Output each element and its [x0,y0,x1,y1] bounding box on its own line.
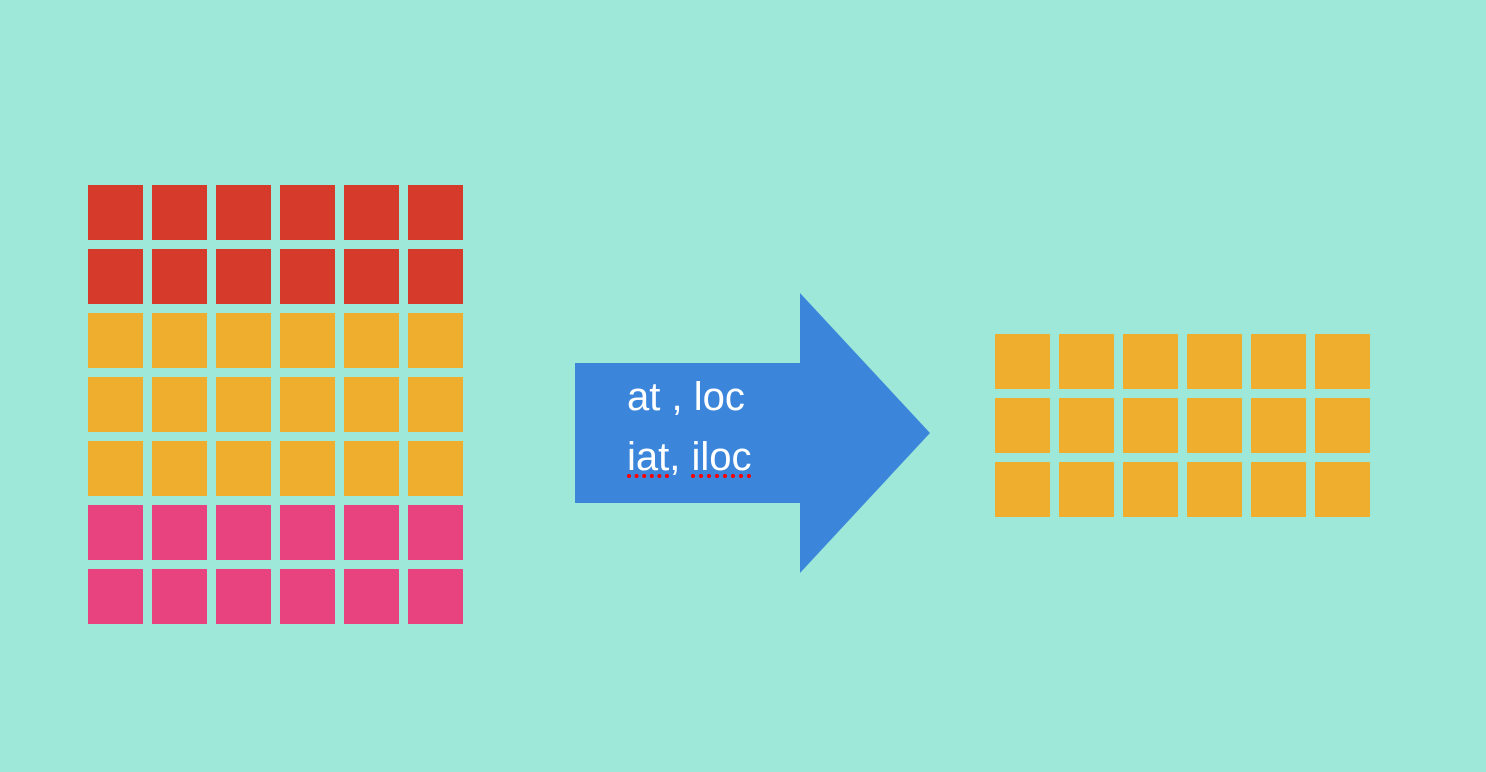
grid-cell [344,569,399,624]
grid-cell [1123,398,1178,453]
label-sep2: , [669,435,691,479]
grid-cell [1251,398,1306,453]
arrow-label: at , loc iat, iloc [627,367,752,487]
grid-cell [344,441,399,496]
grid-cell [408,505,463,560]
grid-cell [344,313,399,368]
grid-cell [280,441,335,496]
arrow-label-line1: at , loc [627,367,752,427]
grid-cell [1059,462,1114,517]
grid-cell [408,441,463,496]
grid-cell [995,398,1050,453]
grid-cell [995,462,1050,517]
grid-cell [88,377,143,432]
grid-cell [216,441,271,496]
grid-cell [88,313,143,368]
label-iloc: iloc [691,435,751,479]
label-loc: loc [694,375,745,419]
grid-cell [280,313,335,368]
grid-cell [152,185,207,240]
grid-cell [408,185,463,240]
grid-cell [216,313,271,368]
result-dataframe-grid [995,334,1370,517]
grid-cell [408,377,463,432]
grid-cell [1059,334,1114,389]
grid-cell [280,377,335,432]
grid-cell [216,569,271,624]
grid-cell [408,569,463,624]
grid-cell [1187,462,1242,517]
grid-cell [88,185,143,240]
grid-cell [216,249,271,304]
grid-cell [216,185,271,240]
grid-cell [344,185,399,240]
grid-cell [216,505,271,560]
grid-cell [280,249,335,304]
grid-cell [1315,334,1370,389]
grid-cell [152,313,207,368]
grid-cell [152,441,207,496]
grid-cell [152,569,207,624]
label-iat: iat [627,435,669,479]
grid-cell [1123,334,1178,389]
grid-cell [88,569,143,624]
grid-cell [1251,462,1306,517]
grid-cell [280,185,335,240]
grid-cell [1187,398,1242,453]
grid-cell [280,505,335,560]
grid-cell [88,249,143,304]
grid-cell [1187,334,1242,389]
grid-cell [280,569,335,624]
grid-cell [216,377,271,432]
grid-cell [344,505,399,560]
label-sep1: , [660,375,693,419]
grid-cell [1315,462,1370,517]
source-dataframe-grid [88,185,463,624]
arrow-label-line2: iat, iloc [627,427,752,487]
grid-cell [1251,334,1306,389]
grid-cell [408,313,463,368]
grid-cell [1315,398,1370,453]
grid-cell [152,505,207,560]
grid-cell [344,377,399,432]
grid-cell [152,249,207,304]
grid-cell [344,249,399,304]
grid-cell [408,249,463,304]
grid-cell [1123,462,1178,517]
grid-cell [1059,398,1114,453]
grid-cell [88,441,143,496]
grid-cell [88,505,143,560]
grid-cell [995,334,1050,389]
grid-cell [152,377,207,432]
label-at: at [627,375,660,419]
